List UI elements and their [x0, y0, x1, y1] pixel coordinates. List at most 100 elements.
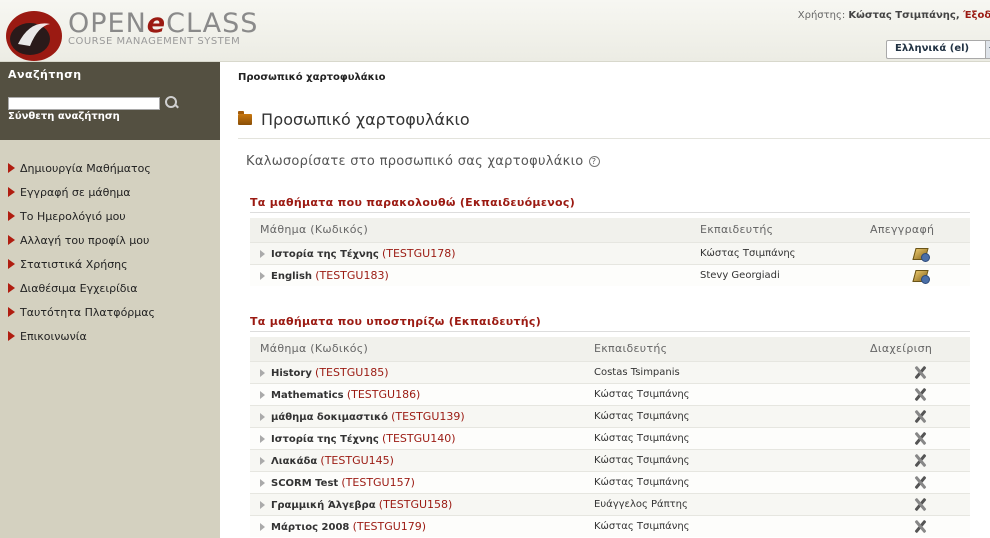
instructor-cell: Κώστας Τσιμπάνης	[690, 241, 870, 264]
course-code[interactable]: (TESTGU139)	[391, 410, 465, 423]
manage-cell	[870, 404, 970, 427]
chevron-down-icon[interactable]	[985, 41, 990, 58]
course-code[interactable]: (TESTGU185)	[315, 366, 389, 379]
tools-icon[interactable]	[912, 387, 928, 401]
unregister-icon[interactable]	[913, 247, 930, 262]
course-cell: Γραμμική Άλγεβρα (TESTGU158)	[250, 492, 584, 515]
course-title-link[interactable]: Ιστορία της Τέχνης	[271, 249, 379, 260]
divider	[250, 212, 970, 213]
tools-icon[interactable]	[912, 453, 928, 467]
page-title: Προσωπικό χαρτοφυλάκιο	[261, 110, 470, 129]
course-title-link[interactable]: English	[271, 271, 312, 282]
sidebar-item-create-course[interactable]: Δημιουργία Μαθήματος	[8, 156, 155, 180]
tools-icon[interactable]	[912, 497, 928, 511]
teacher-courses-title: Τα μαθήματα που υποστηρίζω (Εκπαιδευτής)	[250, 315, 542, 328]
column-header-course: Μάθημα (Κωδικός)	[250, 337, 584, 361]
course-cell: History (TESTGU185)	[250, 360, 584, 383]
arrow-right-icon	[8, 331, 15, 341]
table-row: SCORM Test (TESTGU157) Κώστας Τσιμπάνης	[250, 470, 970, 493]
sidebar-item-contact[interactable]: Επικοινωνία	[8, 324, 155, 348]
sidebar-item-statistics[interactable]: Στατιστικά Χρήσης	[8, 252, 155, 276]
row-arrow-icon	[260, 522, 265, 531]
logo-open: OPEN	[68, 8, 147, 39]
manage-cell	[870, 492, 970, 515]
arrow-right-icon	[8, 259, 15, 269]
course-code[interactable]: (TESTGU145)	[320, 454, 394, 467]
course-title-link[interactable]: Μάρτιος 2008	[271, 522, 349, 533]
arrow-right-icon	[8, 211, 15, 221]
table-row: Ιστορία της Τέχνης (TESTGU140) Κώστας Τσ…	[250, 426, 970, 449]
instructor-cell: Κώστας Τσιμπάνης	[584, 426, 870, 449]
tools-icon[interactable]	[912, 519, 928, 533]
course-cell: Λιακάδα (TESTGU145)	[250, 448, 584, 471]
user-info: Χρήστης: Κώστας Τσιμπάνης, Έξοδος	[798, 10, 990, 21]
course-title-link[interactable]: Λιακάδα	[271, 456, 317, 467]
logo-e: e	[146, 8, 167, 39]
course-code[interactable]: (TESTGU183)	[315, 269, 389, 282]
table-row: English (TESTGU183) Stevy Georgiadi	[250, 263, 970, 286]
sidebar-item-calendar[interactable]: Το Ημερολόγιό μου	[8, 204, 155, 228]
manage-cell	[870, 426, 970, 449]
column-header-manage: Διαχείριση	[870, 337, 970, 361]
course-title-link[interactable]: Ιστορία της Τέχνης	[271, 434, 379, 445]
row-arrow-icon	[260, 500, 265, 509]
arrow-right-icon	[8, 307, 15, 317]
course-code[interactable]: (TESTGU140)	[382, 432, 456, 445]
user-sep: ,	[955, 10, 964, 21]
course-title-link[interactable]: History	[271, 368, 312, 379]
search-title: Αναζήτηση	[8, 68, 82, 81]
course-title-link[interactable]: μάθημα δοκιμαστικό	[271, 412, 388, 423]
sidebar-item-register-course[interactable]: Εγγραφή σε μάθημα	[8, 180, 155, 204]
search-input[interactable]	[8, 96, 160, 110]
course-title-link[interactable]: SCORM Test	[271, 478, 338, 489]
unregister-cell	[870, 263, 970, 286]
help-icon[interactable]: ?	[588, 156, 600, 167]
row-arrow-icon	[260, 368, 265, 377]
course-title-link[interactable]: Mathematics	[271, 390, 344, 401]
manage-cell	[870, 382, 970, 405]
manage-cell	[870, 360, 970, 383]
arrow-right-icon	[8, 283, 15, 293]
instructor-cell: Κώστας Τσιμπάνης	[584, 382, 870, 405]
sidebar-item-platform-info[interactable]: Ταυτότητα Πλατφόρμας	[8, 300, 155, 324]
column-header-instructor: Εκπαιδευτής	[584, 337, 870, 361]
unregister-icon[interactable]	[913, 269, 930, 284]
sidebar-item-manuals[interactable]: Διαθέσιμα Εγχειρίδια	[8, 276, 155, 300]
advanced-search-link[interactable]: Σύνθετη αναζήτηση	[8, 111, 120, 122]
course-code[interactable]: (TESTGU186)	[347, 388, 421, 401]
row-arrow-icon	[260, 434, 265, 443]
sidebar-item-label: Δημιουργία Μαθήματος	[20, 161, 151, 175]
course-code[interactable]: (TESTGU157)	[341, 476, 415, 489]
tools-icon[interactable]	[912, 475, 928, 489]
logout-link[interactable]: Έξοδος	[963, 10, 990, 21]
page-header: Προσωπικό χαρτοφυλάκιο	[238, 110, 470, 129]
language-select[interactable]: Ελληνικά (el)	[886, 40, 990, 59]
instructor-cell: Κώστας Τσιμπάνης	[584, 470, 870, 493]
sidebar-item-label: Διαθέσιμα Εγχειρίδια	[20, 281, 138, 295]
logo-text: OPENeCLASS COURSE MANAGEMENT SYSTEM	[68, 8, 259, 48]
row-arrow-icon	[260, 390, 265, 399]
course-title-link[interactable]: Γραμμική Άλγεβρα	[271, 500, 376, 511]
manage-cell	[870, 514, 970, 537]
course-cell: English (TESTGU183)	[250, 263, 690, 286]
user-prefix: Χρήστης:	[797, 10, 849, 21]
user-name: Κώστας Τσιμπάνης	[848, 10, 956, 21]
sidebar-item-label: Εγγραφή σε μάθημα	[20, 185, 131, 199]
openeclass-logo-icon[interactable]	[4, 6, 64, 62]
tools-icon[interactable]	[912, 409, 928, 423]
logo-class: CLASS	[166, 8, 259, 39]
sidebar-item-profile[interactable]: Αλλαγή του προφίλ μου	[8, 228, 155, 252]
course-code[interactable]: (TESTGU179)	[353, 520, 427, 533]
course-cell: Ιστορία της Τέχνης (TESTGU178)	[250, 241, 690, 264]
search-icon[interactable]	[164, 95, 180, 111]
instructor-cell: Stevy Georgiadi	[690, 263, 870, 286]
row-arrow-icon	[260, 478, 265, 487]
table-row: Γραμμική Άλγεβρα (TESTGU158) Ευάγγελος Ρ…	[250, 492, 970, 515]
course-code[interactable]: (TESTGU158)	[379, 498, 453, 511]
student-courses-title: Τα μαθήματα που παρακολουθώ (Εκπαιδευόμε…	[250, 196, 576, 209]
row-arrow-icon	[260, 249, 265, 258]
instructor-cell: Costas Tsimpanis	[584, 360, 870, 383]
course-code[interactable]: (TESTGU178)	[382, 247, 456, 260]
tools-icon[interactable]	[912, 431, 928, 445]
tools-icon[interactable]	[912, 365, 928, 379]
